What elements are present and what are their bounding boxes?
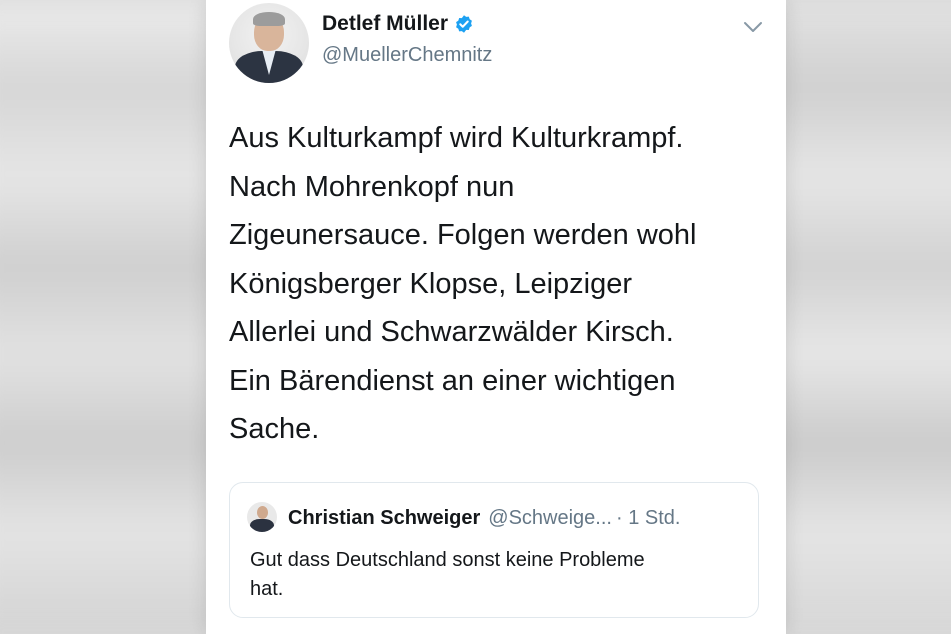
quoted-author-handle: @Schweige... — [488, 507, 612, 529]
blurred-background-right — [760, 0, 951, 634]
chevron-down-icon[interactable] — [743, 20, 763, 34]
tweet-text-line: Zigeunersauce. Folgen werden wohl — [229, 219, 697, 251]
author-avatar[interactable] — [229, 3, 309, 83]
tweet-text-line: Nach Mohrenkopf nun — [229, 170, 515, 203]
avatar-hair — [253, 12, 285, 26]
author-name[interactable]: Detlef Müller — [322, 12, 448, 36]
tweet-text-line: Allerlei und Schwarzwälder Kirsch. — [229, 316, 674, 348]
quoted-avatar-head — [257, 506, 268, 519]
quoted-tweet-time: · 1 Std. — [615, 507, 681, 529]
quoted-tweet-text: Gut dass Deutschland sonst keine Problem… — [250, 546, 740, 604]
quoted-tweet-header: Christian Schweiger @Schweige... · 1 Std… — [288, 507, 680, 530]
tweet-card[interactable]: Detlef Müller @MuellerChemnitz Aus Kultu… — [206, 0, 786, 634]
quoted-avatar-suit — [250, 519, 274, 532]
quoted-author-avatar — [247, 502, 277, 532]
quoted-author-name: Christian Schweiger — [288, 507, 481, 529]
tweet-text-line: Sache. — [229, 413, 320, 445]
author-handle[interactable]: @MuellerChemnitz — [322, 44, 492, 67]
tweet-text: Aus Kulturkampf wird Kulturkrampf. Nach … — [229, 114, 769, 454]
verified-badge-icon — [456, 15, 472, 33]
tweet-text-line: Ein Bärendienst an einer wichtigen — [229, 364, 676, 397]
quoted-text-line: hat. — [250, 578, 284, 600]
tweet-text-line: Aus Kulturkampf wird Kulturkrampf. — [229, 122, 684, 154]
quoted-tweet[interactable]: Christian Schweiger @Schweige... · 1 Std… — [229, 482, 759, 618]
blurred-background-left — [0, 0, 230, 634]
tweet-text-line: Königsberger Klopse, Leipziger — [229, 267, 633, 300]
author-name-row[interactable]: Detlef Müller — [322, 12, 474, 36]
quoted-text-line: Gut dass Deutschland sonst keine Problem… — [250, 549, 645, 571]
